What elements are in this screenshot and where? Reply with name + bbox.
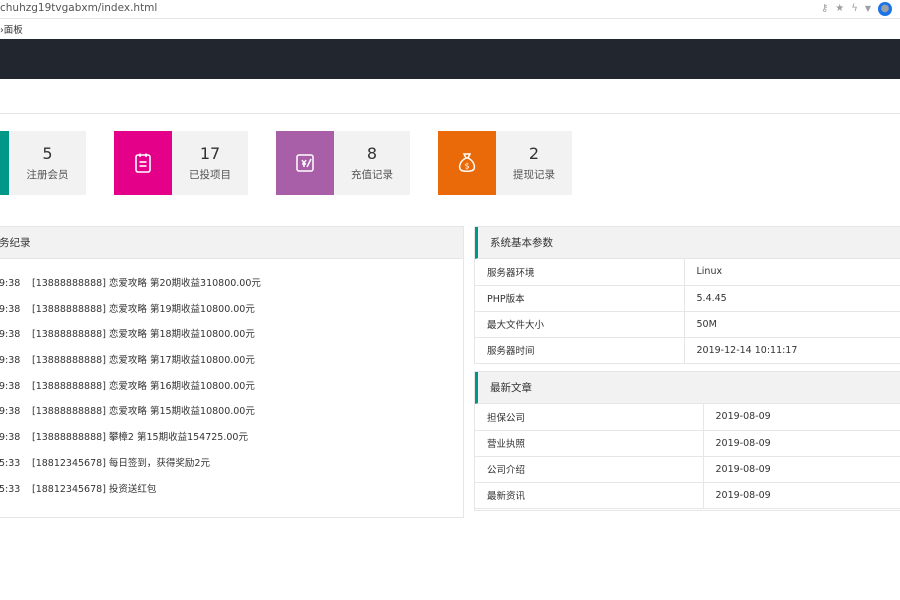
admin-header — [0, 39, 900, 79]
tab-panel[interactable]: ›面板 — [0, 22, 23, 36]
clipboard-icon — [114, 131, 172, 195]
system-params-table: 服务器环境 Linux PHP版本 5.4.45 最大文件大小 50M 服务器时间 20… — [475, 259, 900, 364]
list-item: 9:38 [13888888888] 恋爱攻略 第19期收益10800.00元 — [0, 303, 255, 315]
stat-label: 已投项目 — [189, 169, 231, 181]
stat-card-recharge[interactable]: 8 充值记录 — [276, 131, 410, 195]
list-item: 9:38 [13888888888] 攀樟2 第15期收益154725.00元 — [0, 432, 248, 444]
svg-text:$: $ — [464, 162, 469, 171]
stat-value: 17 — [199, 144, 221, 163]
stat-value: 8 — [366, 144, 378, 163]
article-link[interactable]: 担保公司 — [475, 404, 704, 431]
browser-toolbar: ⚷ ★ ϟ ▼ ● — [821, 2, 892, 16]
panel-title: 系统基本参数 — [475, 227, 900, 259]
stat-card-projects[interactable]: 17 已投项目 — [114, 131, 248, 195]
recharge-icon — [276, 131, 334, 195]
table-row: 服务器环境 Linux — [475, 259, 900, 286]
profile-icon[interactable]: ● — [878, 2, 892, 16]
header-divider — [0, 113, 900, 114]
list-item: 9:38 [13888888888] 恋爱攻略 第16期收益10800.00元 — [0, 380, 255, 392]
list-item: 9:38 [13888888888] 恋爱攻略 第20期收益310800.00元 — [0, 278, 261, 289]
latest-articles-panel: 最新文章 担保公司 2019-08-09 营业执照 2019-08-09 公司介绍 2… — [474, 371, 900, 511]
chevron-down-icon[interactable]: ▼ — [865, 2, 871, 16]
system-params-panel: 系统基本参数 服务器环境 Linux PHP版本 5.4.45 最大文件大小 50M … — [474, 226, 900, 364]
article-link[interactable]: 最新资讯 — [475, 482, 704, 509]
list-item: 5:33 [18812345678] 投资送红包 — [0, 483, 157, 495]
list-item: 9:38 [13888888888] 恋爱攻略 第17期收益10800.00元 — [0, 355, 255, 367]
table-row[interactable]: 营业执照 2019-08-09 — [475, 430, 900, 457]
panel-title: 最新文章 — [475, 372, 900, 404]
list-item: 9:38 [13888888888] 恋爱攻略 第18期收益10800.00元 — [0, 329, 255, 341]
stat-label: 提现记录 — [513, 169, 555, 181]
table-row: PHP版本 5.4.45 — [475, 285, 900, 312]
table-row[interactable]: 最新资讯 2019-08-09 — [475, 482, 900, 509]
table-row: 最大文件大小 50M — [475, 311, 900, 338]
tab-strip: ›面板 — [0, 20, 900, 38]
key-icon[interactable]: ⚷ — [821, 2, 828, 16]
activity-log-panel: 务纪录 9:38 [13888888888] 恋爱攻略 第20期收益310800.… — [0, 226, 464, 518]
stat-value: 2 — [528, 144, 540, 163]
stat-card-members[interactable]: 5 注册会员 — [0, 131, 86, 195]
stat-label: 注册会员 — [26, 169, 69, 181]
stat-card-withdraw[interactable]: $ 2 提现记录 — [438, 131, 572, 195]
money-bag-icon: $ — [438, 131, 496, 195]
star-icon[interactable]: ★ — [835, 2, 844, 16]
activity-log-list: 9:38 [13888888888] 恋爱攻略 第20期收益310800.00元 … — [0, 259, 463, 502]
table-row: 服务器时间 2019-12-14 10:11:17 — [475, 337, 900, 364]
list-item: 9:38 [13888888888] 恋爱攻略 第15期收益10800.00元 — [0, 406, 255, 418]
user-icon — [0, 131, 9, 195]
latest-articles-table: 担保公司 2019-08-09 营业执照 2019-08-09 公司介绍 2019-0… — [475, 404, 900, 509]
table-row[interactable]: 公司介绍 2019-08-09 — [475, 456, 900, 483]
url-text[interactable]: chuhzg19tvgabxm/index.html — [0, 2, 157, 14]
article-link[interactable]: 公司介绍 — [475, 456, 704, 483]
lightning-icon[interactable]: ϟ — [851, 2, 858, 16]
list-item: 5:33 [18812345678] 每日签到，获得奖励2元 — [0, 457, 210, 469]
panel-title: 务纪录 — [0, 227, 463, 259]
article-link[interactable]: 营业执照 — [475, 430, 704, 457]
stat-value: 5 — [42, 144, 53, 163]
table-row[interactable]: 担保公司 2019-08-09 — [475, 404, 900, 431]
stat-label: 充值记录 — [351, 169, 393, 181]
address-bar[interactable]: chuhzg19tvgabxm/index.html ⚷ ★ ϟ ▼ ● — [0, 0, 900, 19]
